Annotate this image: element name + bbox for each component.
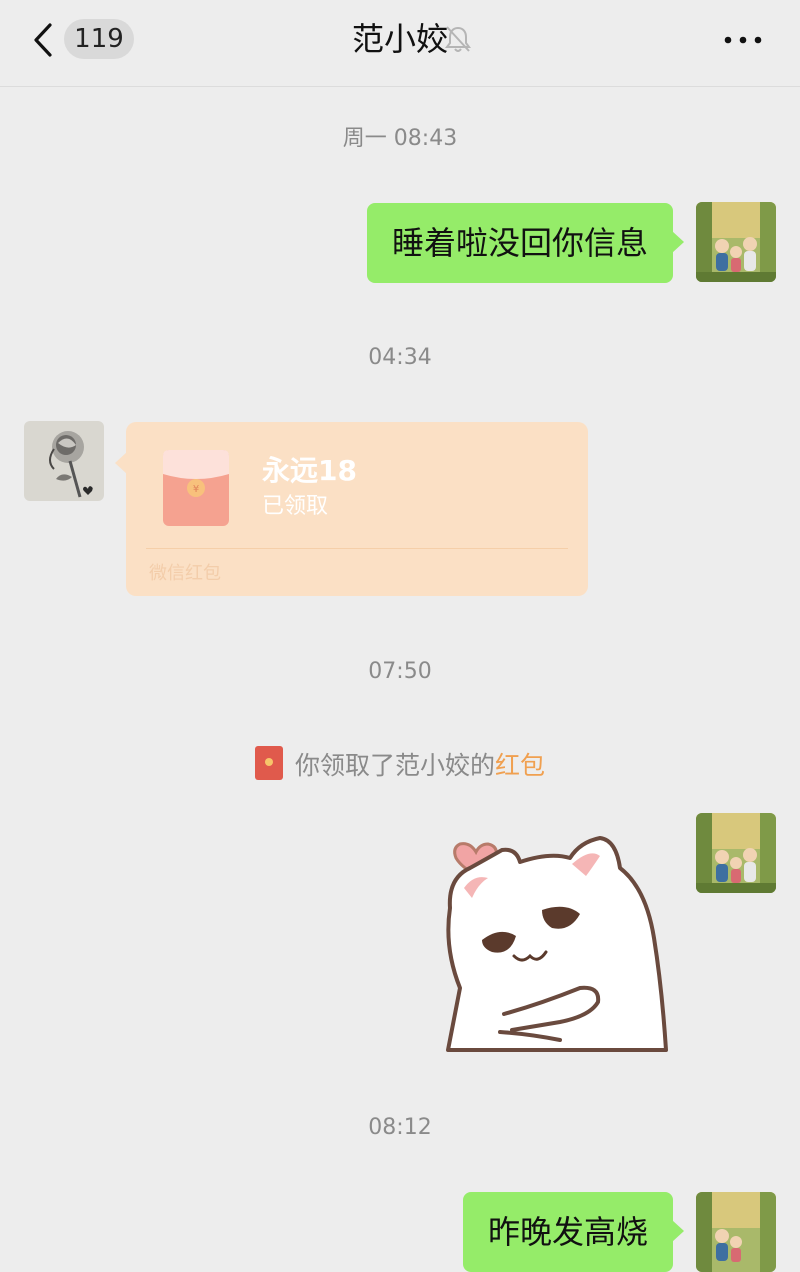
my-avatar[interactable] — [696, 1192, 776, 1272]
rose-sketch-icon — [24, 421, 104, 501]
family-photo-icon — [696, 1192, 776, 1272]
cat-hug-sticker[interactable] — [440, 818, 670, 1054]
svg-text:¥: ¥ — [193, 484, 199, 495]
message-timestamp: 08:12 — [368, 1115, 432, 1140]
message-timestamp: 07:50 — [368, 659, 432, 684]
red-packet-status: 已领取 — [262, 494, 329, 519]
red-packet-divider — [146, 548, 568, 549]
sent-message-bubble[interactable]: 昨晚发高烧 — [462, 1192, 685, 1272]
chat-title: 范小姣 — [351, 20, 448, 58]
my-avatar[interactable] — [696, 202, 776, 282]
red-packet-mini-icon — [254, 746, 283, 780]
my-avatar[interactable] — [696, 813, 776, 893]
more-dots-icon[interactable] — [720, 30, 766, 50]
family-photo-icon — [696, 202, 776, 282]
red-packet-card[interactable]: ¥ 永远18 已领取 微信红包 — [115, 422, 588, 596]
red-packet-link[interactable]: 红包 — [495, 751, 545, 780]
chat-header: 119 范小姣 — [0, 0, 800, 87]
message-timestamp: 周一 08:43 — [342, 126, 458, 151]
message-timestamp: 04:34 — [368, 345, 432, 370]
sent-message-bubble[interactable]: 睡着啦没回你信息 — [366, 203, 685, 283]
red-envelope-icon: ¥ — [163, 450, 229, 526]
contact-avatar[interactable] — [24, 421, 104, 501]
system-notice-text: 你领取了范小姣的 — [294, 751, 495, 780]
system-notice: 你领取了范小姣的红包 — [0, 746, 800, 784]
red-packet-footer: 微信红包 — [149, 563, 221, 584]
family-photo-icon — [696, 813, 776, 893]
mute-bell-icon — [445, 26, 471, 52]
red-packet-title: 永远18 — [262, 454, 357, 487]
